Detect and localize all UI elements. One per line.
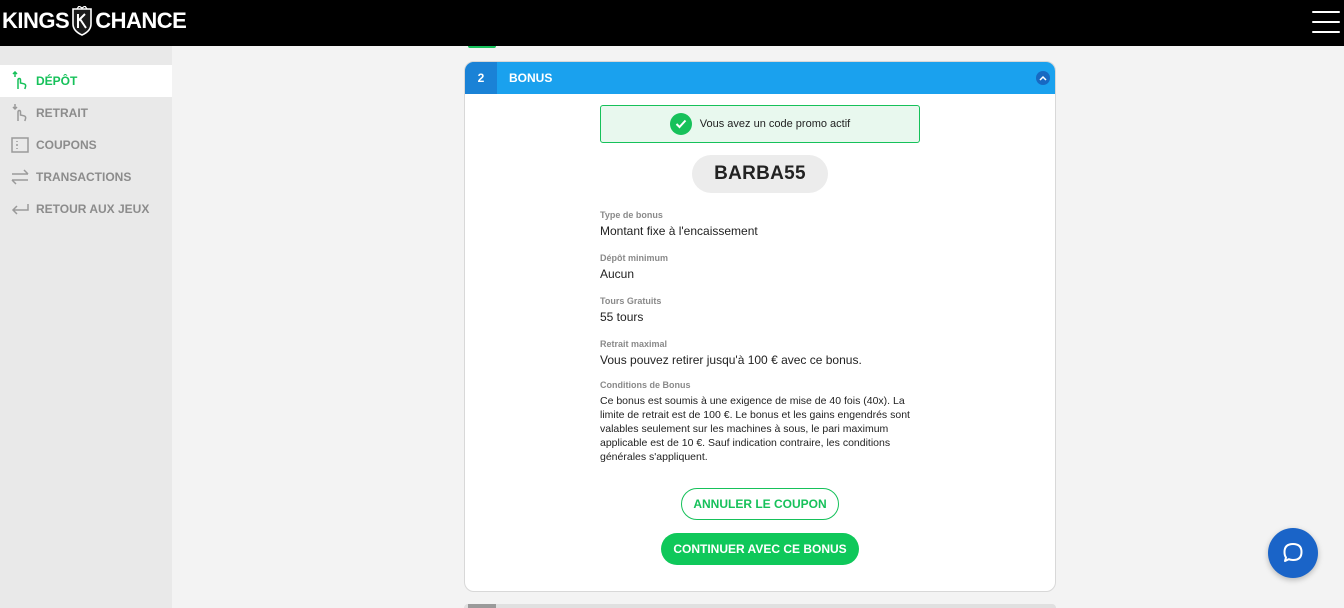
- return-arrow-icon: [10, 199, 30, 219]
- sidebar: DÉPÔT RETRAIT COUPONS TRANSACTIONS RETOU…: [0, 46, 172, 608]
- promo-message: Vous avez un code promo actif: [699, 118, 851, 130]
- field-label-conditions: Conditions de Bonus: [600, 380, 691, 390]
- sidebar-item-coupons[interactable]: COUPONS: [0, 129, 172, 161]
- sidebar-item-label: COUPONS: [36, 138, 97, 152]
- sidebar-item-retrait[interactable]: RETRAIT: [0, 97, 172, 129]
- field-label-min-deposit: Dépôt minimum: [600, 253, 669, 263]
- sidebar-item-transactions[interactable]: TRANSACTIONS: [0, 161, 172, 193]
- previous-step-indicator: [468, 46, 496, 48]
- field-value-bonus-type: Montant fixe à l'encaissement: [600, 224, 758, 238]
- hamburger-menu-button[interactable]: [1312, 9, 1340, 33]
- promo-active-notice: Vous avez un code promo actif: [600, 105, 920, 143]
- top-bar: KINGS CHANCE: [0, 0, 1344, 46]
- logo-text-left: KINGS: [2, 8, 70, 33]
- field-value-min-deposit: Aucun: [600, 267, 635, 281]
- sidebar-item-label: RETOUR AUX JEUX: [36, 202, 150, 216]
- sidebar-item-retour-aux-jeux[interactable]: RETOUR AUX JEUX: [0, 193, 172, 225]
- sidebar-item-label: RETRAIT: [36, 106, 88, 120]
- cancel-coupon-button[interactable]: ANNULER LE COUPON: [681, 488, 839, 520]
- bonus-card: 2 BONUS Vous avez un code promo actif BA…: [464, 61, 1056, 592]
- continue-with-bonus-button[interactable]: CONTINUER AVEC CE BONUS: [661, 533, 859, 565]
- transfer-arrows-icon: [10, 167, 30, 187]
- promo-code: BARBA55: [692, 155, 828, 193]
- bonus-card-header[interactable]: 2 BONUS: [465, 62, 1055, 94]
- withdraw-hand-icon: [10, 103, 30, 123]
- sidebar-item-label: DÉPÔT: [36, 74, 78, 88]
- hamburger-icon: [1312, 11, 1340, 13]
- deposit-hand-icon: [10, 71, 30, 91]
- sidebar-item-label: TRANSACTIONS: [36, 170, 132, 184]
- check-circle-icon: [669, 113, 692, 135]
- chat-button[interactable]: [1268, 528, 1318, 578]
- coupon-ticket-icon: [10, 135, 30, 155]
- collapse-button[interactable]: [1036, 71, 1050, 85]
- field-value-free-spins: 55 tours: [600, 310, 644, 324]
- chat-bubble-icon: [1283, 543, 1303, 562]
- field-label-free-spins: Tours Gratuits: [600, 296, 662, 306]
- crown-crest-icon: [72, 6, 92, 36]
- chevron-up-icon: [1039, 75, 1047, 81]
- field-value-conditions: Ce bonus est soumis à une exigence de mi…: [600, 395, 910, 463]
- sidebar-item-depot[interactable]: DÉPÔT: [0, 65, 172, 97]
- field-label-bonus-type: Type de bonus: [600, 210, 663, 220]
- card-title: BONUS: [509, 71, 553, 85]
- logo-text-right: CHANCE: [95, 8, 187, 33]
- field-value-max-withdrawal: Vous pouvez retirer jusqu'à 100 € avec c…: [600, 353, 862, 367]
- brand-logo[interactable]: KINGS CHANCE: [2, 6, 187, 36]
- step-number: 2: [465, 62, 497, 94]
- field-label-max-withdrawal: Retrait maximal: [600, 339, 668, 349]
- next-step-card-edge: [464, 604, 1056, 608]
